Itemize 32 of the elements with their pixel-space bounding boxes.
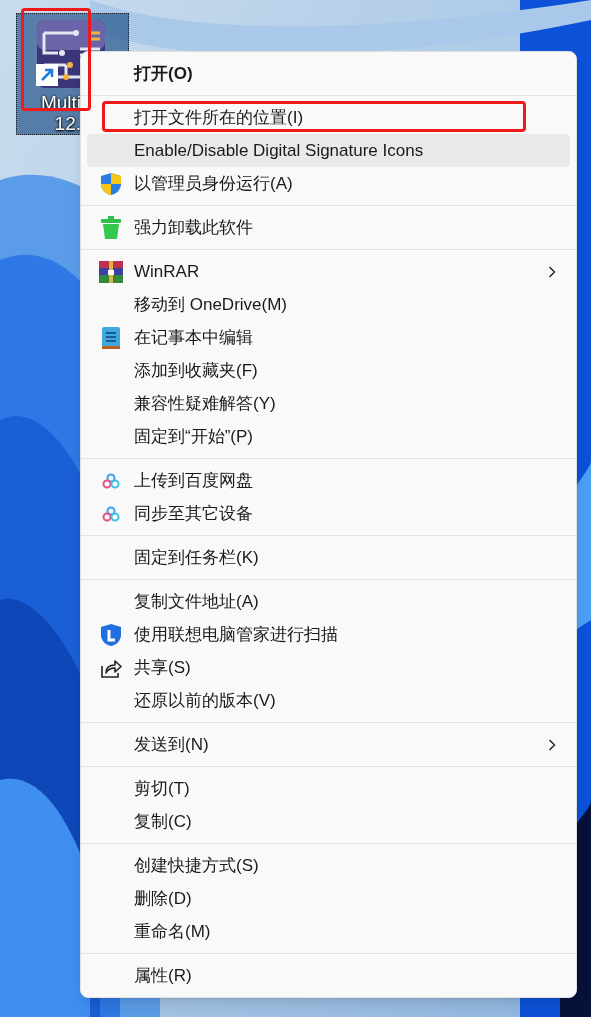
- menu-item[interactable]: 属性(R): [87, 959, 570, 992]
- menu-item[interactable]: 固定到任务栏(K): [87, 541, 570, 574]
- shield-icon: [99, 171, 122, 196]
- menu-item[interactable]: 创建快捷方式(S): [87, 849, 570, 882]
- menu-item[interactable]: 同步至其它设备: [87, 497, 570, 530]
- menu-item[interactable]: 兼容性疑难解答(Y): [87, 387, 570, 420]
- menu-item[interactable]: 添加到收藏夹(F): [87, 354, 570, 387]
- menu-item[interactable]: 上传到百度网盘: [87, 464, 570, 497]
- cloud-rings-icon: [101, 472, 120, 489]
- notepad-icon: [100, 325, 121, 350]
- menu-item[interactable]: 固定到“开始”(P): [87, 420, 570, 453]
- icon-label: 12.: [54, 113, 81, 134]
- menu-item[interactable]: WinRAR: [87, 255, 570, 288]
- menu-item[interactable]: 还原以前的版本(V): [87, 684, 570, 717]
- menu-item[interactable]: 复制文件地址(A): [87, 585, 570, 618]
- menu-item[interactable]: 使用联想电脑管家进行扫描: [87, 618, 570, 651]
- menu-item[interactable]: 在记事本中编辑: [87, 321, 570, 354]
- archive-books-icon: [98, 260, 123, 283]
- menu-item[interactable]: 复制(C): [87, 805, 570, 838]
- menu-item[interactable]: 发送到(N): [87, 728, 570, 761]
- menu-item[interactable]: 删除(D): [87, 882, 570, 915]
- menu-item[interactable]: 强力卸载此软件: [87, 211, 570, 244]
- menu-item[interactable]: 重命名(M): [87, 915, 570, 948]
- cloud-rings-icon: [101, 505, 120, 522]
- menu-item[interactable]: 共享(S): [87, 651, 570, 684]
- menu-item[interactable]: Enable/Disable Digital Signature Icons: [87, 134, 570, 167]
- menu-item[interactable]: 剪切(T): [87, 772, 570, 805]
- shield-icon: [99, 622, 122, 647]
- menu-item[interactable]: 以管理员身份运行(A): [87, 167, 570, 200]
- share-icon: [99, 657, 122, 678]
- menu-item[interactable]: 移动到 OneDrive(M): [87, 288, 570, 321]
- trash-can-icon: [99, 215, 122, 240]
